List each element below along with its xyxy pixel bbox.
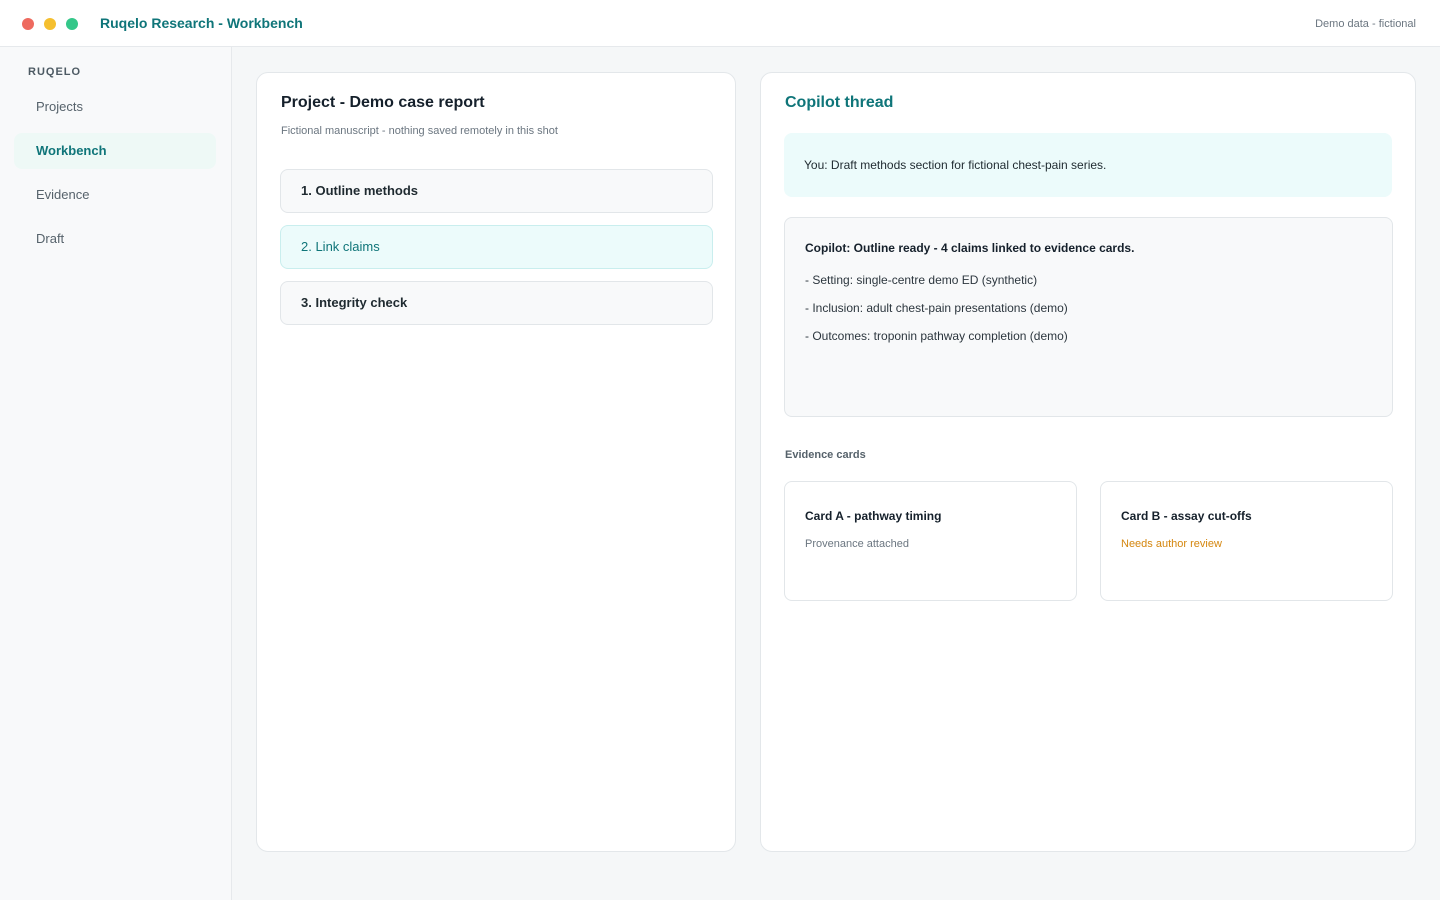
copilot-panel: Copilot thread You: Draft methods sectio… — [760, 72, 1416, 852]
project-title: Project - Demo case report — [281, 94, 485, 111]
evidence-card-title: Card B - assay cut-offs — [1121, 509, 1252, 523]
evidence-card-b[interactable]: Card B - assay cut-offs Needs author rev… — [1100, 481, 1393, 601]
evidence-card-a[interactable]: Card A - pathway timing Provenance attac… — [784, 481, 1077, 601]
step-link-claims[interactable]: 2. Link claims — [280, 225, 713, 269]
copilot-message: Copilot: Outline ready - 4 claims linked… — [784, 217, 1393, 417]
project-panel: Project - Demo case report Fictional man… — [256, 72, 736, 852]
sidebar-brand: RUQELO — [28, 66, 82, 78]
step-integrity-check[interactable]: 3. Integrity check — [280, 281, 713, 325]
evidence-card-status: Provenance attached — [805, 538, 909, 550]
zoom-window-button[interactable] — [66, 18, 78, 30]
window-title: Ruqelo Research - Workbench — [100, 15, 303, 31]
project-subtitle: Fictional manuscript - nothing saved rem… — [281, 125, 558, 137]
evidence-card-status: Needs author review — [1121, 538, 1222, 550]
demo-data-note: Demo data - fictional — [1315, 18, 1416, 30]
sidebar-item-evidence[interactable]: Evidence — [14, 177, 216, 213]
copilot-message-heading: Copilot: Outline ready - 4 claims linked… — [805, 241, 1135, 255]
title-bar: Ruqelo Research - Workbench Demo data - … — [0, 0, 1440, 47]
copilot-line-outcomes: - Outcomes: troponin pathway completion … — [805, 329, 1068, 343]
minimize-window-button[interactable] — [44, 18, 56, 30]
user-message: You: Draft methods section for fictional… — [784, 133, 1392, 197]
evidence-cards-label: Evidence cards — [785, 449, 866, 461]
sidebar: RUQELO Projects Workbench Evidence Draft — [0, 47, 232, 900]
sidebar-item-draft[interactable]: Draft — [14, 221, 216, 257]
thread-title: Copilot thread — [785, 94, 894, 111]
step-outline-methods[interactable]: 1. Outline methods — [280, 169, 713, 213]
copilot-line-inclusion: - Inclusion: adult chest-pain presentati… — [805, 301, 1068, 315]
copilot-line-setting: - Setting: single-centre demo ED (synthe… — [805, 273, 1038, 287]
sidebar-item-projects[interactable]: Projects — [14, 89, 216, 125]
sidebar-item-workbench[interactable]: Workbench — [14, 133, 216, 169]
evidence-card-title: Card A - pathway timing — [805, 509, 942, 523]
close-window-button[interactable] — [22, 18, 34, 30]
